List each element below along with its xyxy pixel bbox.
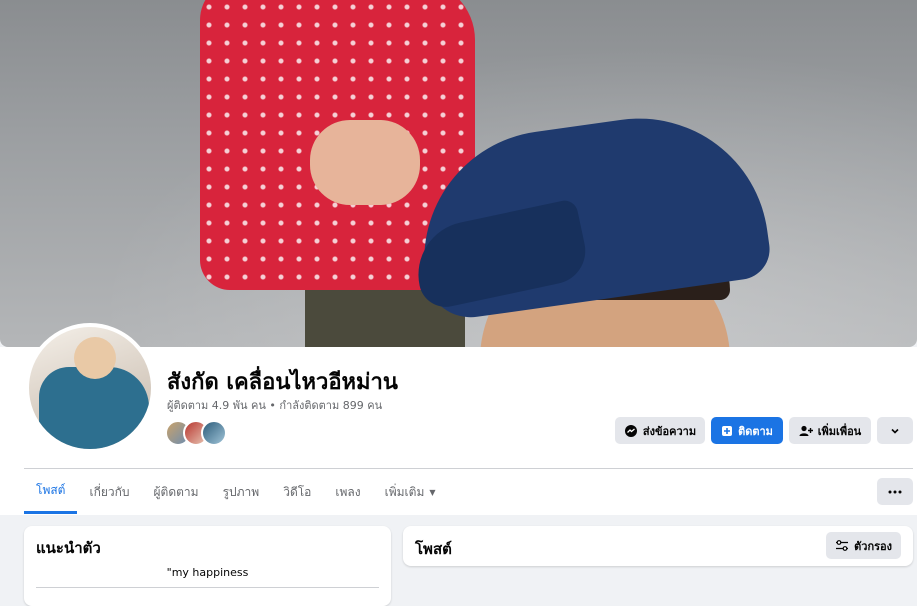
- chevron-down-icon: [891, 428, 899, 434]
- add-friend-button-label: เพิ่มเพื่อน: [817, 424, 862, 438]
- follow-button[interactable]: ติดตาม: [711, 417, 783, 444]
- mutual-friend-avatar[interactable]: [201, 420, 227, 446]
- intro-divider: [36, 587, 379, 588]
- caret-down-icon: ▼: [429, 487, 436, 497]
- avatar-shirt: [39, 367, 149, 449]
- tab-more-label: เพิ่มเติม: [384, 484, 425, 499]
- filter-button-label: ตัวกรอง: [854, 539, 892, 553]
- profile-name: สังกัด เคลื่อนไหวอีหม่าน: [167, 370, 398, 395]
- more-dots-icon: [888, 490, 902, 493]
- tab-about[interactable]: เกี่ยวกับ: [77, 470, 141, 514]
- intro-title: แนะนำตัว: [36, 539, 101, 557]
- filter-button[interactable]: ตัวกรอง: [826, 532, 901, 559]
- add-friend-icon: [799, 425, 813, 436]
- tab-videos[interactable]: วิดีโอ: [271, 470, 323, 514]
- cover-figure-hand: [310, 120, 420, 205]
- tab-followers[interactable]: ผู้ติดตาม: [142, 470, 211, 514]
- tab-posts[interactable]: โพสต์: [24, 470, 78, 514]
- more-options-button[interactable]: [877, 478, 913, 505]
- intro-bio: "my happiness: [166, 566, 249, 579]
- header-divider: [24, 468, 913, 469]
- cover-photo[interactable]: [0, 0, 917, 347]
- add-friend-button[interactable]: เพิ่มเพื่อน: [789, 417, 871, 444]
- tab-photos[interactable]: รูปภาพ: [211, 470, 272, 514]
- posts-title: โพสต์: [415, 540, 452, 558]
- mutual-friends[interactable]: [165, 420, 227, 446]
- messenger-icon: [624, 424, 637, 437]
- profile-avatar[interactable]: [25, 323, 155, 453]
- profile-tabs: โพสต์ เกี่ยวกับ ผู้ติดตาม รูปภาพ วิดีโอ …: [24, 470, 448, 514]
- tab-more[interactable]: เพิ่มเติม ▼: [373, 470, 448, 514]
- follow-icon: [722, 425, 733, 436]
- filter-icon: [836, 540, 849, 551]
- message-button[interactable]: ส่งข้อความ: [615, 417, 705, 444]
- follow-button-label: ติดตาม: [738, 424, 773, 438]
- posts-card: โพสต์ ตัวกรอง: [403, 526, 913, 566]
- avatar-head: [74, 337, 116, 379]
- message-button-label: ส่งข้อความ: [642, 424, 697, 438]
- profile-stats[interactable]: ผู้ติดตาม 4.9 พัน คน • กำลังติดตาม 899 ค…: [167, 396, 382, 414]
- tab-music[interactable]: เพลง: [323, 470, 372, 514]
- intro-card: แนะนำตัว "my happiness: [24, 526, 391, 606]
- profile-options-dropdown[interactable]: [877, 417, 913, 444]
